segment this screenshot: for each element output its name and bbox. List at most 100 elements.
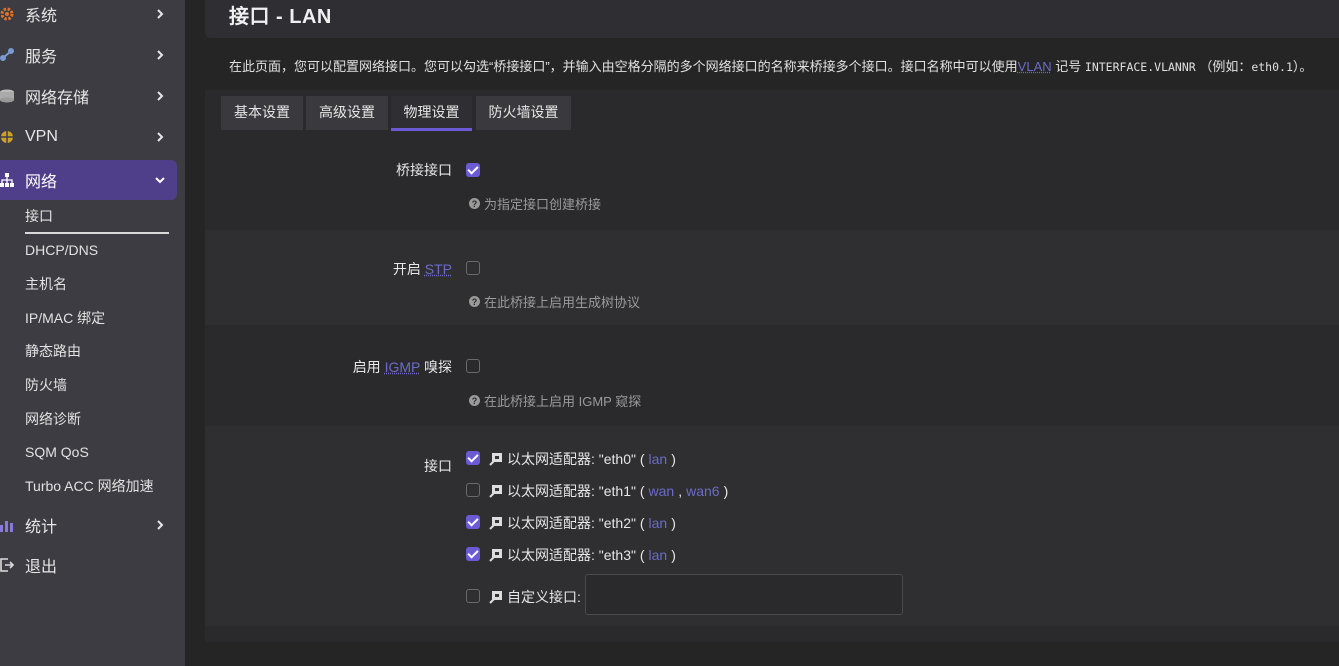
gear-icon (0, 5, 16, 23)
sidebar-item-label: 网络存储 (25, 90, 90, 107)
custom-iface-checkbox[interactable] (466, 589, 480, 603)
section-stp (205, 230, 1339, 325)
desc-code: eth0.1 (1251, 60, 1293, 74)
sidebar-sub-firewall[interactable]: 防火墙 (25, 375, 67, 395)
iface-option: 以太网适配器: "eth1" (wan, wan6) (489, 481, 728, 501)
iface-option: 以太网适配器: "eth0" (lan) (489, 449, 676, 469)
iface-text: 以太网适配器: "eth2" ( (507, 515, 645, 531)
label-text: 嗅探 (424, 359, 452, 375)
zone-tag: lan (648, 451, 668, 467)
interface-label: 接口 (424, 458, 452, 474)
bridge-label: 桥接接口 (396, 162, 452, 178)
tab-firewall[interactable]: 防火墙设置 (476, 96, 571, 130)
question-icon: ? (469, 395, 480, 406)
tab-basic[interactable]: 基本设置 (221, 96, 303, 130)
stp-link[interactable]: STP (425, 261, 452, 277)
hint-text: 为指定接口创建桥接 (484, 197, 602, 212)
iface-text: 以太网适配器: "eth0" ( (507, 451, 645, 467)
sidebar-item-services[interactable]: 服务 (0, 35, 177, 75)
bridge-checkbox[interactable] (466, 163, 480, 177)
iface-option: 以太网适配器: "eth3" (lan) (489, 545, 676, 565)
label-text: 启用 (352, 359, 381, 375)
network-adapter-icon (489, 516, 503, 530)
page-title: 接口 - LAN (229, 6, 332, 28)
zone-tag: wan6 (686, 483, 720, 499)
desc-code: INTERFACE.VLANNR (1084, 60, 1196, 74)
desc-text: ）。 (1292, 59, 1313, 74)
sidebar-sub-diagnostics[interactable]: 网络诊断 (25, 409, 81, 429)
sidebar-item-logout[interactable]: 退出 (0, 545, 177, 585)
share-icon (0, 46, 16, 64)
chevron-down-icon (155, 177, 165, 184)
sidebar-sub-turboacc[interactable]: Turbo ACC 网络加速 (25, 476, 154, 496)
igmp-label: 启用 IGMP 嗅探 (353, 357, 452, 377)
iface-eth3-checkbox[interactable] (466, 547, 480, 561)
sidebar-item-label: 网络 (25, 174, 58, 191)
title-bar (205, 0, 1339, 38)
logout-icon (0, 556, 16, 574)
hint-text: 在此桥接上启用生成树协议 (484, 295, 641, 310)
sidebar-item-label: VPN (25, 128, 58, 145)
sidebar-item-statistics[interactable]: 统计 (0, 505, 177, 545)
stp-label: 开启 STP (393, 259, 452, 279)
sidebar-item-label: 统计 (25, 519, 58, 536)
zone-tag: wan (648, 483, 675, 499)
igmp-checkbox[interactable] (466, 359, 480, 373)
bridge-hint: ? 为指定接口创建桥接 (469, 194, 601, 213)
iface-option: 以太网适配器: "eth2" (lan) (489, 513, 676, 533)
hint-text: 在此桥接上启用 IGMP 窥探 (484, 394, 642, 409)
vlan-link[interactable]: VLAN (1018, 59, 1052, 74)
desc-text: 在此页面，您可以配置网络接口。您可以勾选“桥接接口”，并输入由空格分隔的多个网络… (229, 59, 1018, 74)
sidebar-sub-ipmac[interactable]: IP/MAC 绑定 (25, 308, 105, 328)
label-text: 开启 (392, 261, 421, 277)
tab-physical[interactable]: 物理设置 (391, 96, 472, 131)
sidebar-item-label: 退出 (25, 559, 58, 576)
sidebar-sub-interfaces[interactable]: 接口 (25, 206, 53, 226)
sidebar-sub-routes[interactable]: 静态路由 (25, 341, 81, 361)
page-description: 在此页面，您可以配置网络接口。您可以勾选“桥接接口”，并输入由空格分隔的多个网络… (229, 56, 1312, 75)
sidebar-item-system[interactable]: 系统 (0, 0, 177, 34)
tab-advanced[interactable]: 高级设置 (306, 96, 388, 130)
iface-eth2-checkbox[interactable] (466, 515, 480, 529)
question-icon: ? (469, 198, 480, 209)
custom-iface-option: 自定义接口: (489, 587, 581, 607)
database-icon (0, 87, 16, 105)
sidebar-item-vpn[interactable]: VPN (0, 117, 177, 157)
section-bridge (205, 134, 1339, 230)
desc-text: 记号 (1055, 59, 1082, 74)
iface-eth0-checkbox[interactable] (466, 451, 480, 465)
sidebar-sub-hostname[interactable]: 主机名 (25, 274, 67, 294)
globe-icon (0, 128, 16, 146)
igmp-link[interactable]: IGMP (385, 359, 421, 375)
custom-iface-input[interactable] (585, 574, 903, 615)
chevron-right-icon (157, 91, 164, 101)
custom-iface-label: 自定义接口: (507, 589, 581, 605)
sitemap-icon (0, 171, 16, 189)
network-adapter-icon (489, 548, 503, 562)
sidebar-sub-dhcp[interactable]: DHCP/DNS (25, 240, 98, 260)
chevron-right-icon (157, 520, 164, 530)
network-adapter-icon (489, 590, 503, 604)
zone-tag: lan (648, 515, 668, 531)
iface-text: 以太网适配器: "eth3" ( (507, 547, 645, 563)
sidebar-item-label: 服务 (25, 49, 58, 66)
igmp-hint: ? 在此桥接上启用 IGMP 窥探 (469, 391, 641, 410)
active-indicator (25, 232, 169, 234)
chevron-right-icon (157, 132, 164, 142)
zone-tag: lan (648, 547, 668, 563)
sidebar-item-storage[interactable]: 网络存储 (0, 76, 177, 116)
network-adapter-icon (489, 452, 503, 466)
stp-checkbox[interactable] (466, 261, 480, 275)
sidebar-item-network[interactable]: 网络 (0, 160, 177, 200)
desc-text: （例如： (1199, 59, 1252, 74)
network-adapter-icon (489, 484, 503, 498)
sidebar-item-label: 系统 (25, 8, 58, 25)
chevron-right-icon (157, 50, 164, 60)
iface-eth1-checkbox[interactable] (466, 483, 480, 497)
chevron-right-icon (157, 9, 164, 19)
stp-hint: ? 在此桥接上启用生成树协议 (469, 292, 640, 311)
question-icon: ? (469, 296, 480, 307)
sidebar-sub-sqm[interactable]: SQM QoS (25, 442, 89, 462)
iface-text: 以太网适配器: "eth1" ( (507, 483, 645, 499)
sidebar: 系统 服务 网络存储 VPN 网络 接口 DHCP/DNS 主机名 IP/MAC… (0, 0, 185, 666)
